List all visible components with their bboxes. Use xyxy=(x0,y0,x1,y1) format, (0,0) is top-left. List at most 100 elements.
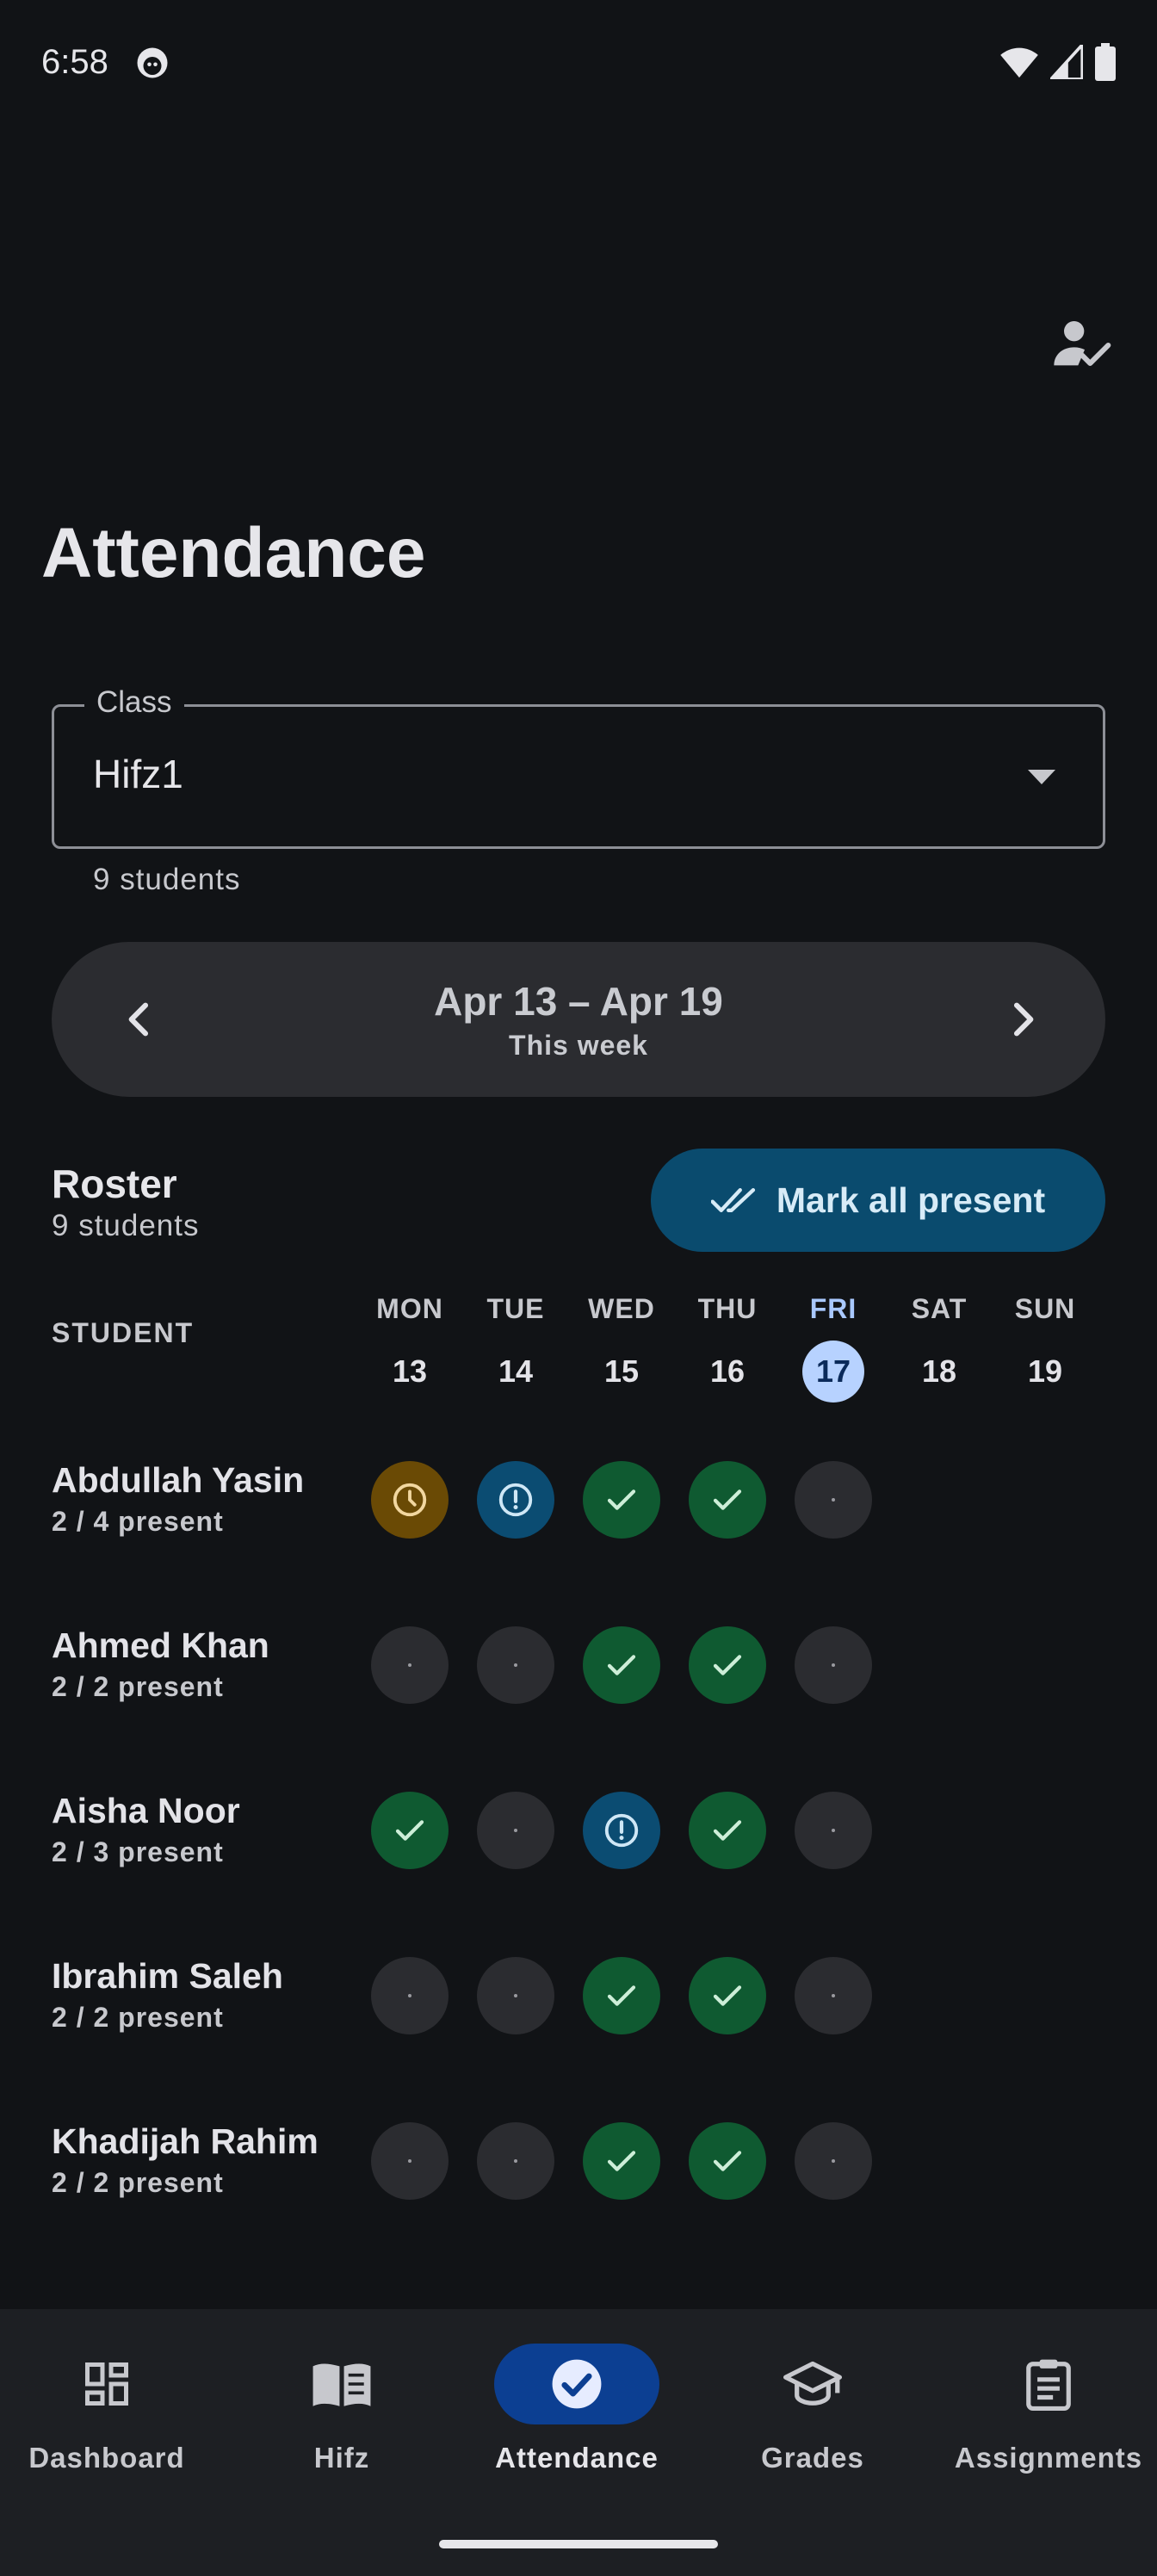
day-header-wed: WED 15 xyxy=(570,1293,673,1403)
signal-icon xyxy=(1050,45,1083,79)
clipboard-icon xyxy=(1026,2359,1071,2411)
student-summary: 2 / 2 present xyxy=(52,2002,224,2033)
mark-all-present-button[interactable]: Mark all present xyxy=(651,1149,1105,1252)
class-helper-text: 9 students xyxy=(93,863,241,896)
day-name: WED xyxy=(588,1293,655,1324)
nav-item-assignments[interactable]: Assignments xyxy=(937,2344,1157,2474)
attendance-cell-present[interactable] xyxy=(689,1461,766,1539)
attendance-cell-unmarked[interactable] xyxy=(795,1957,872,2034)
done-all-icon xyxy=(710,1187,756,1213)
dropdown-arrow-icon[interactable] xyxy=(1028,770,1055,784)
week-range: Apr 13 – Apr 19 xyxy=(434,979,723,1024)
attendance-cell-unmarked[interactable] xyxy=(795,1461,872,1539)
student-summary: 2 / 4 present xyxy=(52,1506,224,1537)
nav-label: Hifz xyxy=(313,2442,370,2474)
day-name: TUE xyxy=(486,1293,545,1324)
day-name: THU xyxy=(697,1293,758,1324)
attendance-cell-present[interactable] xyxy=(689,1792,766,1869)
day-number: 15 xyxy=(603,1353,640,1389)
attendance-cell-present[interactable] xyxy=(583,1957,660,2034)
app-notification-icon xyxy=(137,47,168,78)
book-icon xyxy=(312,2363,371,2406)
attendance-cell-late[interactable] xyxy=(371,1461,449,1539)
person-check-icon[interactable] xyxy=(1052,317,1112,374)
student-row-aisha-noor: Aisha Noor 2 / 3 present xyxy=(52,1791,240,1868)
attendance-cell-present[interactable] xyxy=(689,2122,766,2200)
day-header-fri: FRI 17 xyxy=(782,1293,885,1403)
attendance-cell-present[interactable] xyxy=(583,1461,660,1539)
attendance-cell-unmarked[interactable] xyxy=(477,1957,554,2034)
day-name: SAT xyxy=(911,1293,968,1324)
attendance-cell-unmarked[interactable] xyxy=(795,1626,872,1704)
attendance-cell-unmarked[interactable] xyxy=(371,1626,449,1704)
attendance-cell-unmarked[interactable] xyxy=(477,1626,554,1704)
attendance-cell-present[interactable] xyxy=(583,2122,660,2200)
student-name: Ibrahim Saleh xyxy=(52,1956,283,1996)
clock-icon xyxy=(393,1483,427,1517)
student-row-ibrahim-saleh: Ibrahim Saleh 2 / 2 present xyxy=(52,1956,283,2034)
day-name: MON xyxy=(376,1293,443,1324)
nav-item-hifz[interactable]: Hifz xyxy=(230,2344,454,2474)
class-field-label: Class xyxy=(84,685,184,720)
class-select[interactable] xyxy=(52,704,1105,849)
nav-item-attendance[interactable]: Attendance xyxy=(465,2344,689,2474)
mark-all-present-label: Mark all present xyxy=(776,1180,1046,1220)
day-name: FRI xyxy=(809,1293,857,1324)
day-header-mon: MON 13 xyxy=(358,1293,461,1403)
chevron-right-icon[interactable] xyxy=(999,995,1047,1043)
attendance-cell-unmarked[interactable] xyxy=(371,2122,449,2200)
day-header-sat: SAT 18 xyxy=(888,1293,991,1403)
day-header-thu: THU 16 xyxy=(676,1293,779,1403)
day-number: 19 xyxy=(1027,1353,1063,1389)
student-column-header: STUDENT xyxy=(52,1317,195,1348)
attendance-cell-excused[interactable] xyxy=(477,1461,554,1539)
status-time: 6:58 xyxy=(41,43,108,81)
student-name: Aisha Noor xyxy=(52,1791,240,1830)
attendance-cell-unmarked[interactable] xyxy=(477,1792,554,1869)
alert-circle-icon xyxy=(498,1483,533,1517)
check-icon xyxy=(395,1820,424,1841)
attendance-cell-unmarked[interactable] xyxy=(795,2122,872,2200)
student-row-khadijah-rahim: Khadijah Rahim 2 / 2 present xyxy=(52,2121,319,2199)
attendance-cell-excused[interactable] xyxy=(583,1792,660,1869)
check-icon xyxy=(607,1489,636,1510)
attendance-cell-present[interactable] xyxy=(371,1792,449,1869)
nav-label: Assignments xyxy=(954,2442,1143,2474)
student-name: Ahmed Khan xyxy=(52,1625,269,1665)
nav-label: Dashboard xyxy=(28,2442,185,2474)
nav-item-dashboard[interactable]: Dashboard xyxy=(0,2344,219,2474)
nav-label: Grades xyxy=(761,2442,864,2474)
attendance-cell-present[interactable] xyxy=(689,1957,766,2034)
roster-count: 9 students xyxy=(52,1209,200,1242)
attendance-cell-unmarked[interactable] xyxy=(477,2122,554,2200)
student-summary: 2 / 2 present xyxy=(52,1671,224,1702)
graduation-cap-icon xyxy=(783,2361,842,2406)
attendance-cell-present[interactable] xyxy=(583,1626,660,1704)
nav-active-indicator xyxy=(494,2344,659,2424)
home-indicator[interactable] xyxy=(439,2540,718,2548)
battery-icon xyxy=(1095,43,1116,81)
alert-circle-icon xyxy=(604,1813,639,1848)
week-subtitle: This week xyxy=(509,1030,648,1061)
check-icon xyxy=(607,2151,636,2171)
nav-item-grades[interactable]: Grades xyxy=(701,2344,925,2474)
class-select-value[interactable]: Hifz1 xyxy=(93,751,183,797)
day-number: 16 xyxy=(709,1353,746,1389)
attendance-cell-unmarked[interactable] xyxy=(795,1792,872,1869)
student-row-ahmed-khan: Ahmed Khan 2 / 2 present xyxy=(52,1625,269,1703)
attendance-cell-present[interactable] xyxy=(689,1626,766,1704)
dashboard-icon xyxy=(85,2362,128,2406)
day-number: 13 xyxy=(392,1353,428,1389)
wifi-icon xyxy=(1000,47,1038,78)
today-badge: 17 xyxy=(802,1341,864,1403)
check-icon xyxy=(713,1655,742,1675)
student-summary: 2 / 3 present xyxy=(52,1836,224,1867)
check-icon xyxy=(713,1820,742,1841)
page-title: Attendance xyxy=(41,514,426,592)
student-summary: 2 / 2 present xyxy=(52,2167,224,2198)
attendance-cell-unmarked[interactable] xyxy=(371,1957,449,2034)
day-header-sun: SUN 19 xyxy=(993,1293,1097,1403)
nav-label: Attendance xyxy=(495,2442,659,2474)
check-icon xyxy=(713,1489,742,1510)
day-number: 14 xyxy=(498,1353,534,1389)
